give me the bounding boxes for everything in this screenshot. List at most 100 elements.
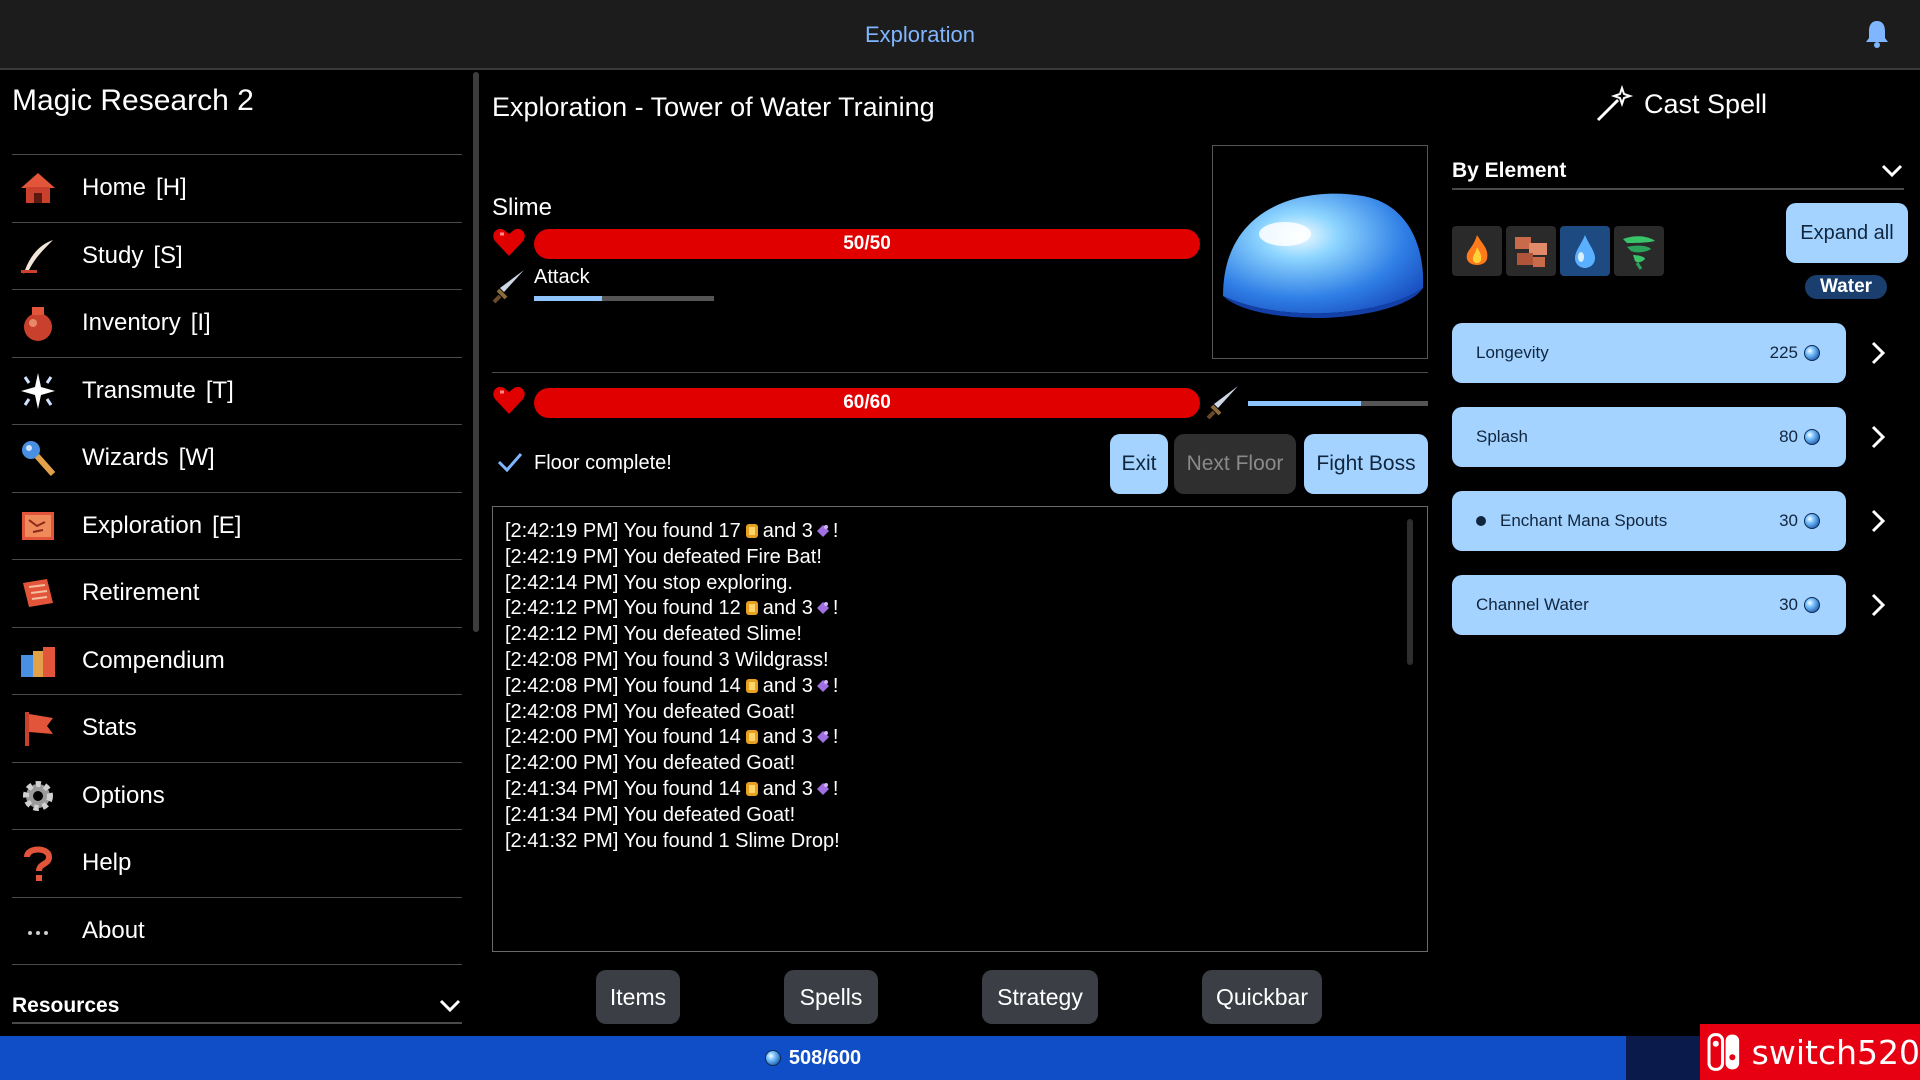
log-line: [2:42:00 PM] You found 14 and 3! (505, 726, 838, 749)
element-fire-button[interactable] (1452, 226, 1502, 276)
tab-items[interactable]: Items (596, 970, 680, 1024)
sidebar-item-stats[interactable]: Stats (12, 695, 462, 763)
spell-button[interactable]: Enchant Mana Spouts 30 (1452, 491, 1846, 551)
mana-value: 508/600 (788, 1046, 862, 1069)
sidebar-item-exploration[interactable]: Exploration [E] (12, 493, 462, 560)
spell-name: Splash (1476, 427, 1528, 446)
sidebar-item-label: Compendium (82, 646, 225, 674)
sidebar-item-compendium[interactable]: Compendium (12, 628, 462, 695)
bag-icon (14, 301, 62, 345)
section-divider (492, 372, 1428, 373)
log-line: [2:41:34 PM] You defeated Goat! (505, 803, 796, 826)
sidebar-item-hotkey: [W] (178, 444, 215, 472)
element-filter-label: By Element (1452, 159, 1567, 182)
essence-gem-icon (816, 602, 829, 615)
log-line-text: and 3 (762, 726, 813, 749)
sidebar-item-inventory[interactable]: Inventory [I] (12, 290, 462, 358)
mana-orb-icon (1804, 513, 1820, 529)
heart-icon (493, 386, 525, 414)
gold-coin-icon (745, 730, 758, 745)
sidebar-item-wizards[interactable]: Wizards [W] (12, 425, 462, 493)
notification-bell-icon[interactable] (1862, 18, 1892, 50)
log-line-text: ! (832, 520, 839, 542)
heart-icon (493, 228, 525, 256)
tab-spells[interactable]: Spells (784, 970, 878, 1024)
mana-bar: 508/600 (0, 1036, 1626, 1080)
water-icon (1575, 235, 1595, 268)
magic-wand-icon (1596, 84, 1634, 122)
resources-section-header[interactable]: Resources (12, 990, 462, 1024)
next-floor-button[interactable]: Next Floor (1174, 434, 1296, 494)
log-line-text: ! (832, 726, 839, 749)
sidebar-item-study[interactable]: Study [S] (12, 223, 462, 290)
sidebar-item-hotkey: [H] (156, 174, 187, 202)
log-line-text: ! (832, 597, 839, 620)
sidebar-item-about[interactable]: About (12, 898, 462, 965)
sidebar-item-retirement[interactable]: Retirement (12, 560, 462, 628)
log-line: [2:42:12 PM] You defeated Slime! (505, 623, 802, 646)
expand-all-button[interactable]: Expand all (1786, 203, 1908, 263)
log-line: [2:42:19 PM] You found 17 and 3! (505, 520, 838, 543)
spell-button[interactable]: Longevity 225 (1452, 323, 1846, 383)
spell-cost-value: 30 (1779, 595, 1798, 614)
log-scrollbar[interactable] (1407, 519, 1413, 665)
tab-strategy[interactable]: Strategy (982, 970, 1098, 1024)
fight-boss-button[interactable]: Fight Boss (1304, 434, 1428, 494)
log-line: [2:42:08 PM] You found 14 and 3! (505, 675, 838, 698)
sidebar-item-hotkey: [E] (212, 511, 242, 539)
cast-spell-header: Cast Spell (1594, 84, 1767, 124)
spell-button[interactable]: Channel Water 30 (1452, 575, 1846, 635)
element-water-button[interactable] (1560, 226, 1610, 276)
element-earth-button[interactable] (1506, 226, 1556, 276)
sidebar-item-label: Home (82, 174, 147, 202)
sidebar-item-help[interactable]: Help (12, 830, 462, 898)
exit-button[interactable]: Exit (1110, 434, 1168, 494)
spell-cost: 30 (1779, 595, 1820, 615)
spell-name: Longevity (1476, 343, 1549, 362)
scroll-icon (14, 571, 62, 615)
log-line-text: [2:42:00 PM] You found 14 (505, 726, 741, 749)
ellipsis-icon (14, 909, 62, 953)
chevron-right-icon[interactable] (1868, 592, 1888, 618)
sidebar-scrollbar[interactable] (473, 72, 479, 632)
question-mark-icon (14, 841, 62, 885)
sidebar-item-home[interactable]: Home [H] (12, 155, 462, 223)
selected-element-badge: Water (1805, 275, 1887, 299)
enemy-hp-text: 50/50 (843, 233, 891, 254)
mana-orb-icon (1804, 429, 1820, 445)
cast-spell-label: Cast Spell (1644, 88, 1768, 119)
sidebar-item-label: Help (82, 849, 132, 877)
sidebar-item-label: Stats (82, 714, 137, 742)
sidebar-item-hotkey: [T] (205, 376, 234, 404)
chevron-right-icon[interactable] (1868, 508, 1888, 534)
sidebar-item-hotkey: [S] (153, 241, 183, 269)
element-filter-dropdown[interactable]: By Element (1452, 154, 1904, 190)
spell-cost-value: 80 (1779, 427, 1798, 446)
spell-cost: 80 (1779, 427, 1820, 447)
sidebar-item-options[interactable]: Options (12, 763, 462, 830)
element-wind-button[interactable] (1614, 226, 1664, 276)
spell-button[interactable]: Splash 80 (1452, 407, 1846, 467)
sword-icon (1206, 386, 1238, 420)
essence-gem-icon (816, 679, 829, 692)
slime-image (1223, 193, 1424, 318)
sidebar-item-label: Study (82, 241, 144, 269)
log-line: [2:41:34 PM] You found 14 and 3! (505, 778, 838, 801)
enemy-hp-bar: 50/50 (534, 229, 1200, 259)
spell-cost: 225 (1770, 343, 1820, 363)
sidebar-item-label: About (82, 916, 145, 944)
chevron-right-icon[interactable] (1868, 340, 1888, 366)
spell-name: Channel Water (1476, 595, 1589, 614)
earth-icon (1515, 237, 1547, 267)
sidebar-item-transmute[interactable]: Transmute [T] (12, 358, 462, 425)
sparkle-icon (14, 369, 62, 413)
log-line: [2:42:12 PM] You found 12 and 3! (505, 597, 838, 620)
enemy-attack-label: Attack (534, 266, 590, 288)
tab-quickbar[interactable]: Quickbar (1202, 970, 1322, 1024)
screen-title: Exploration (864, 22, 976, 47)
combat-log[interactable]: [2:42:19 PM] You found 17 and 3! [2:42:19 … (492, 506, 1428, 952)
top-bar: Exploration (0, 0, 1920, 70)
player-attack-progress (1248, 401, 1428, 406)
chevron-right-icon[interactable] (1868, 424, 1888, 450)
log-line-text: and 3 (762, 597, 813, 620)
